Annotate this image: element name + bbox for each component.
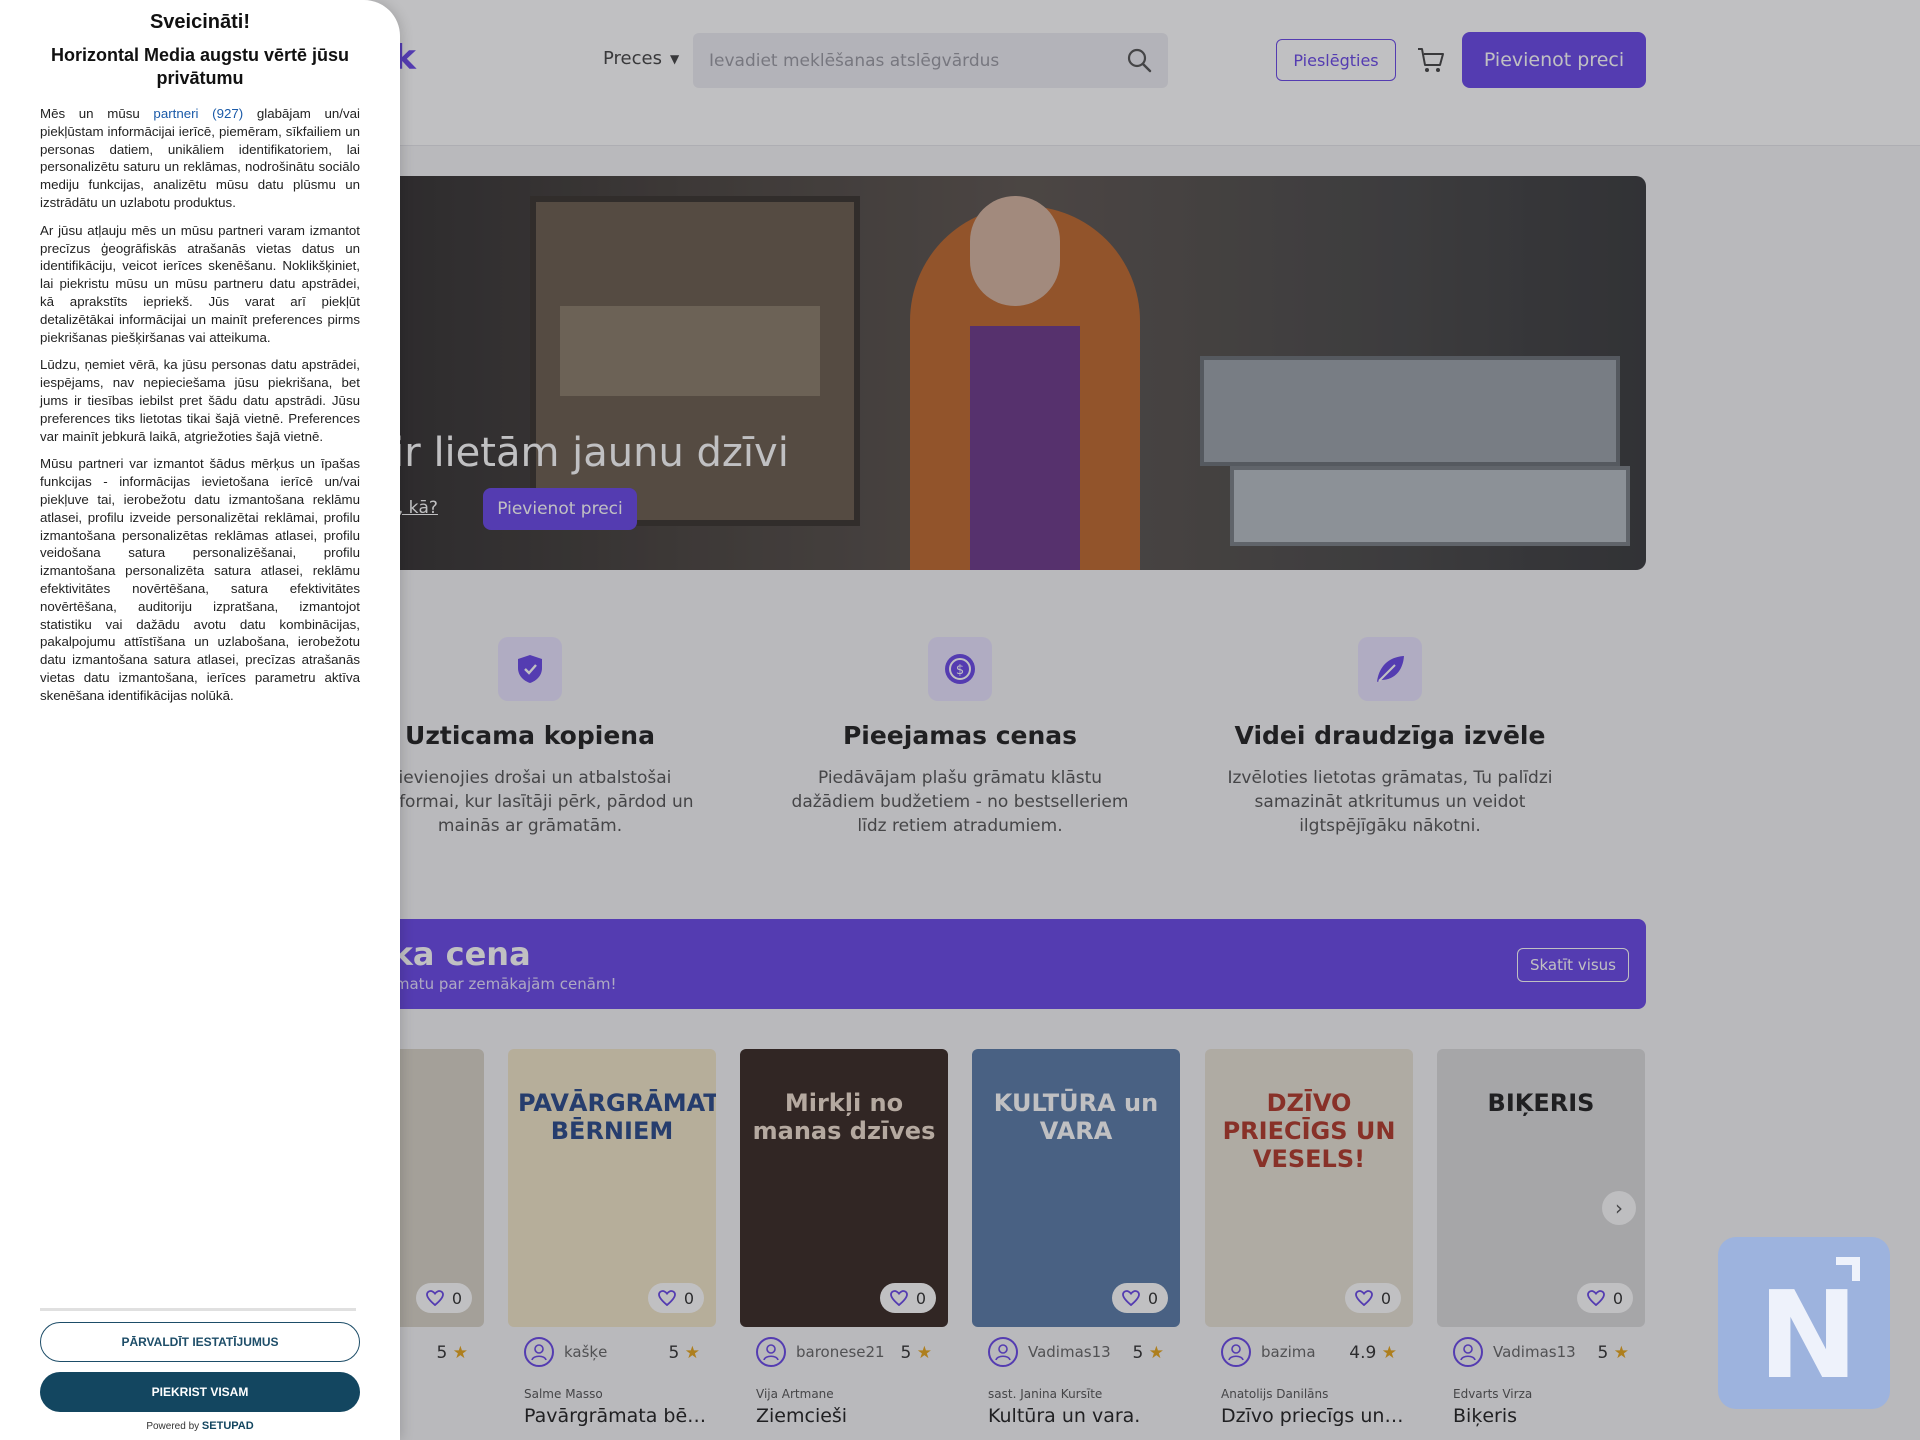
consent-paragraph-2: Ar jūsu atļauju mēs un mūsu partneri var…: [40, 222, 360, 345]
widget-letter: N: [1758, 1267, 1859, 1406]
powered-by: Powered by SETUPAD: [0, 1420, 400, 1432]
consent-subtitle: Horizontal Media augstu vērtē jūsu privā…: [50, 45, 350, 88]
consent-paragraph-4: Mūsu partneri var izmantot šādus mērķus …: [40, 456, 360, 703]
manage-settings-button[interactable]: PĀRVALDĪT IESTATĪJUMUS: [40, 1322, 360, 1362]
consent-text: glabājam un/vai piekļūstam informācijai …: [40, 106, 360, 210]
floating-n-widget[interactable]: N: [1718, 1237, 1890, 1409]
consent-text: Mēs un mūsu: [40, 106, 154, 121]
consent-body: Mēs un mūsu partneri (927) glabājam un/v…: [40, 105, 360, 715]
partners-link[interactable]: partneri (927): [153, 106, 243, 121]
powered-by-text: Powered by: [146, 1421, 200, 1432]
consent-divider: [40, 1308, 356, 1311]
consent-paragraph-3: Lūdzu, ņemiet vērā, ka jūsu personas dat…: [40, 357, 360, 444]
accept-all-button[interactable]: PIEKRIST VISAM: [40, 1372, 360, 1412]
cookie-consent-dialog: Sveicināti! Horizontal Media augstu vērt…: [0, 0, 400, 1440]
consent-paragraph-1: Mēs un mūsu partneri (927) glabājam un/v…: [40, 105, 360, 212]
setupad-logo: SETUPAD: [201, 1420, 254, 1432]
widget-corner-icon: [1836, 1257, 1860, 1281]
consent-title: Sveicināti!: [149, 11, 251, 33]
